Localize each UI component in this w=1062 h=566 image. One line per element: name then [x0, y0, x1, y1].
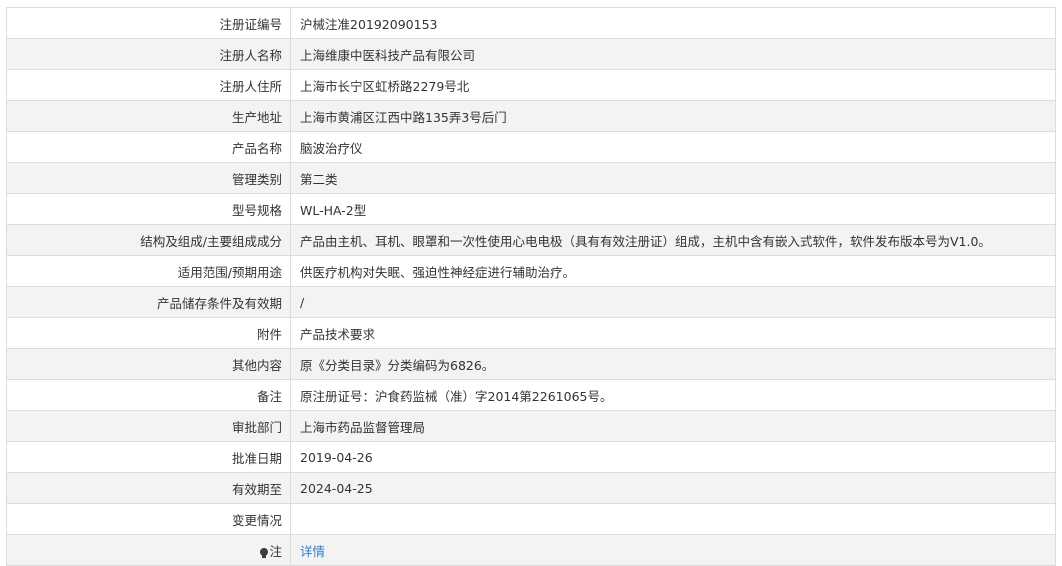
row-value: 上海市药品监督管理局	[290, 410, 1056, 442]
table-row: 产品储存条件及有效期 /	[6, 286, 1056, 318]
row-value: 上海市长宁区虹桥路2279号北	[290, 69, 1056, 101]
row-label: 有效期至	[6, 472, 291, 504]
row-value	[290, 503, 1056, 535]
row-label: 审批部门	[6, 410, 291, 442]
table-row: 生产地址 上海市黄浦区江西中路135弄3号后门	[6, 100, 1056, 132]
table-row: 附件 产品技术要求	[6, 317, 1056, 349]
row-label: 结构及组成/主要组成成分	[6, 224, 291, 256]
row-value: 脑波治疗仪	[290, 131, 1056, 163]
row-label: 管理类别	[6, 162, 291, 194]
table-row: 其他内容 原《分类目录》分类编码为6826。	[6, 348, 1056, 380]
row-label: 产品储存条件及有效期	[6, 286, 291, 318]
row-label: 产品名称	[6, 131, 291, 163]
note-label: 注	[269, 543, 282, 559]
row-label: 变更情况	[6, 503, 291, 535]
row-value: 产品由主机、耳机、眼罩和一次性使用心电电极（具有有效注册证）组成，主机中含有嵌入…	[290, 224, 1056, 256]
note-value-cell: 详情	[290, 534, 1056, 566]
row-label: 注册证编号	[6, 7, 291, 39]
row-label: 批准日期	[6, 441, 291, 473]
bulb-icon	[260, 547, 269, 558]
table-row: 管理类别 第二类	[6, 162, 1056, 194]
row-value: 原《分类目录》分类编码为6826。	[290, 348, 1056, 380]
row-value: 上海市黄浦区江西中路135弄3号后门	[290, 100, 1056, 132]
table-row: 审批部门 上海市药品监督管理局	[6, 410, 1056, 442]
row-label: 备注	[6, 379, 291, 411]
note-label-cell: 注	[6, 534, 291, 566]
row-value: 2024-04-25	[290, 472, 1056, 504]
row-label: 注册人住所	[6, 69, 291, 101]
row-value: /	[290, 286, 1056, 318]
row-value: 供医疗机构对失眠、强迫性神经症进行辅助治疗。	[290, 255, 1056, 287]
table-row: 注册人住所 上海市长宁区虹桥路2279号北	[6, 69, 1056, 101]
row-value: WL-HA-2型	[290, 193, 1056, 225]
row-value: 第二类	[290, 162, 1056, 194]
table-row: 适用范围/预期用途 供医疗机构对失眠、强迫性神经症进行辅助治疗。	[6, 255, 1056, 287]
table-row: 结构及组成/主要组成成分 产品由主机、耳机、眼罩和一次性使用心电电极（具有有效注…	[6, 224, 1056, 256]
table-row: 产品名称 脑波治疗仪	[6, 131, 1056, 163]
table-row: 有效期至 2024-04-25	[6, 472, 1056, 504]
registration-detail-table: 注册证编号 沪械注准20192090153 注册人名称 上海维康中医科技产品有限…	[6, 7, 1056, 566]
row-value: 2019-04-26	[290, 441, 1056, 473]
table-row: 注册证编号 沪械注准20192090153	[6, 7, 1056, 39]
note-row: 注 详情	[6, 534, 1056, 566]
table-body: 注册证编号 沪械注准20192090153 注册人名称 上海维康中医科技产品有限…	[6, 7, 1056, 566]
row-value: 沪械注准20192090153	[290, 7, 1056, 39]
row-value: 上海维康中医科技产品有限公司	[290, 38, 1056, 70]
row-value: 产品技术要求	[290, 317, 1056, 349]
table-row: 备注 原注册证号：沪食药监械（准）字2014第2261065号。	[6, 379, 1056, 411]
row-value: 原注册证号：沪食药监械（准）字2014第2261065号。	[290, 379, 1056, 411]
table-row: 变更情况	[6, 503, 1056, 535]
row-label: 附件	[6, 317, 291, 349]
row-label: 型号规格	[6, 193, 291, 225]
table-row: 批准日期 2019-04-26	[6, 441, 1056, 473]
details-link[interactable]: 详情	[300, 544, 325, 559]
row-label: 生产地址	[6, 100, 291, 132]
row-label: 适用范围/预期用途	[6, 255, 291, 287]
table-row: 型号规格 WL-HA-2型	[6, 193, 1056, 225]
row-label: 其他内容	[6, 348, 291, 380]
table-row: 注册人名称 上海维康中医科技产品有限公司	[6, 38, 1056, 70]
row-label: 注册人名称	[6, 38, 291, 70]
